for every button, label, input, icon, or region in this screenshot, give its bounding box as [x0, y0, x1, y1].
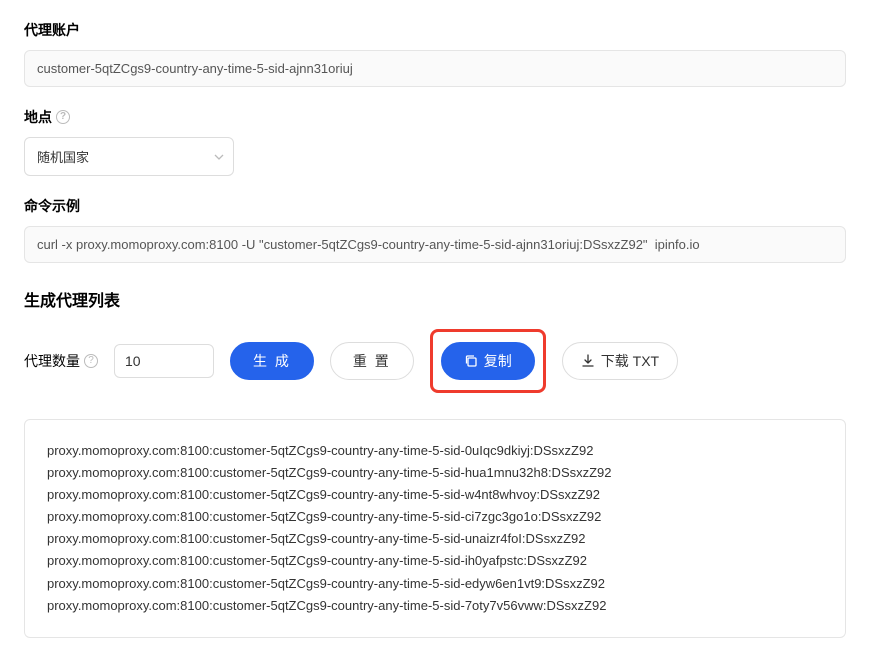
proxy-line: proxy.momoproxy.com:8100:customer-5qtZCg… — [47, 462, 823, 484]
command-example-section: 命令示例 — [24, 196, 846, 263]
help-icon[interactable]: ? — [84, 354, 98, 368]
command-example-label: 命令示例 — [24, 196, 846, 216]
copy-button[interactable]: 复制 — [441, 342, 535, 380]
action-row: 代理数量 ? 生 成 重 置 复制 下载 TXT — [24, 329, 846, 393]
generate-button[interactable]: 生 成 — [230, 342, 314, 380]
proxy-line: proxy.momoproxy.com:8100:customer-5qtZCg… — [47, 506, 823, 528]
copy-button-label: 复制 — [484, 351, 512, 371]
proxy-qty-label: 代理数量 ? — [24, 351, 98, 371]
proxy-line: proxy.momoproxy.com:8100:customer-5qtZCg… — [47, 484, 823, 506]
proxy-qty-input[interactable] — [114, 344, 214, 378]
location-label-text: 地点 — [24, 107, 52, 127]
proxy-qty-label-text: 代理数量 — [24, 351, 80, 371]
download-button-label: 下载 TXT — [601, 351, 659, 371]
proxy-line: proxy.momoproxy.com:8100:customer-5qtZCg… — [47, 550, 823, 572]
proxy-line: proxy.momoproxy.com:8100:customer-5qtZCg… — [47, 528, 823, 550]
copy-highlight: 复制 — [430, 329, 546, 393]
location-section: 地点 ? 随机国家 — [24, 107, 846, 176]
proxy-line: proxy.momoproxy.com:8100:customer-5qtZCg… — [47, 573, 823, 595]
proxy-line: proxy.momoproxy.com:8100:customer-5qtZCg… — [47, 595, 823, 617]
command-example-input[interactable] — [24, 226, 846, 263]
reset-button[interactable]: 重 置 — [330, 342, 414, 380]
proxy-account-label: 代理账户 — [24, 20, 846, 40]
download-txt-button[interactable]: 下载 TXT — [562, 342, 678, 380]
location-label: 地点 ? — [24, 107, 846, 127]
proxy-account-section: 代理账户 — [24, 20, 846, 87]
location-select-value: 随机国家 — [24, 137, 234, 176]
copy-icon — [464, 354, 478, 368]
help-icon[interactable]: ? — [56, 110, 70, 124]
download-icon — [581, 354, 595, 368]
proxy-line: proxy.momoproxy.com:8100:customer-5qtZCg… — [47, 440, 823, 462]
location-select[interactable]: 随机国家 — [24, 137, 234, 176]
proxy-account-input[interactable] — [24, 50, 846, 87]
proxy-list-title: 生成代理列表 — [24, 287, 846, 311]
proxy-list-output[interactable]: proxy.momoproxy.com:8100:customer-5qtZCg… — [24, 419, 846, 638]
